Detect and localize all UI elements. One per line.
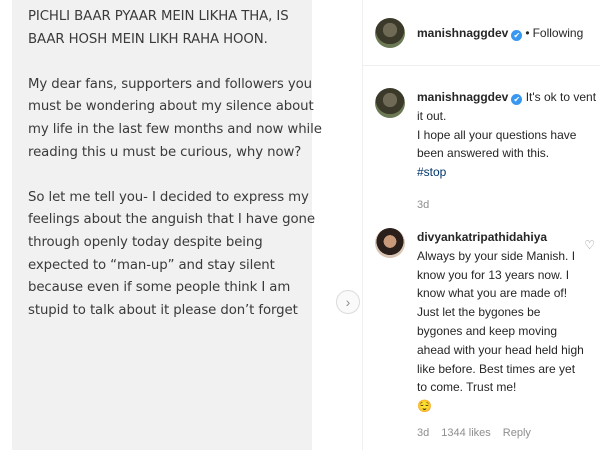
avatar[interactable] xyxy=(375,17,405,48)
caption-body: manishnaggdev ✔ It's ok to vent it out. I… xyxy=(417,88,597,215)
comment-body: divyankatripathidahiya Always by your si… xyxy=(417,228,587,443)
following-button[interactable]: Following xyxy=(533,26,584,40)
separator-dot: • xyxy=(525,25,530,40)
avatar[interactable] xyxy=(375,228,405,258)
post-paragraph-1: PICHLI BAAR PYAAR MEIN LIKHA THA, IS BAA… xyxy=(28,9,289,47)
post-text: PICHLI BAAR PYAAR MEIN LIKHA THA, IS BAA… xyxy=(28,6,324,345)
comment: divyankatripathidahiya Always by your si… xyxy=(375,228,597,443)
caption-time[interactable]: 3d xyxy=(417,199,429,211)
comment-meta: 3d 1344 likes Reply xyxy=(417,424,587,443)
heart-icon[interactable]: ♡ xyxy=(584,238,595,252)
comment-likes[interactable]: 1344 likes xyxy=(441,427,491,439)
reply-button[interactable]: Reply xyxy=(503,427,531,439)
comment-username[interactable]: divyankatripathidahiya xyxy=(417,230,547,244)
header-user-info: manishnaggdev ✔ • Following xyxy=(417,24,583,42)
caption-meta: 3d xyxy=(417,196,597,215)
comment-text: Always by your side Manish. I know you f… xyxy=(417,248,584,395)
verified-icon: ✔ xyxy=(511,94,523,105)
caption-line-2: I hope all your questions have been answ… xyxy=(417,127,577,161)
chevron-right-icon[interactable]: › xyxy=(336,290,360,314)
post-side-panel: manishnaggdev ✔ • Following manishnaggdev ✔ … xyxy=(363,0,600,450)
post-paragraph-2: My dear fans, supporters and followers y… xyxy=(28,76,322,160)
caption-username[interactable]: manishnaggdev xyxy=(417,90,508,104)
comment-time[interactable]: 3d xyxy=(417,427,429,439)
post-image: PICHLI BAAR PYAAR MEIN LIKHA THA, IS BAA… xyxy=(0,0,362,450)
caption: manishnaggdev ✔ It's ok to vent it out. I… xyxy=(375,88,597,215)
post-paragraph-3: So let me tell you- I decided to express… xyxy=(28,189,315,318)
hashtag-link[interactable]: #stop xyxy=(417,165,446,179)
avatar[interactable] xyxy=(375,88,405,118)
comment-emoji: 😌 xyxy=(417,399,432,414)
verified-icon: ✔ xyxy=(511,29,523,41)
header-username[interactable]: manishnaggdev xyxy=(417,26,508,40)
post-header: manishnaggdev ✔ • Following xyxy=(363,0,600,66)
